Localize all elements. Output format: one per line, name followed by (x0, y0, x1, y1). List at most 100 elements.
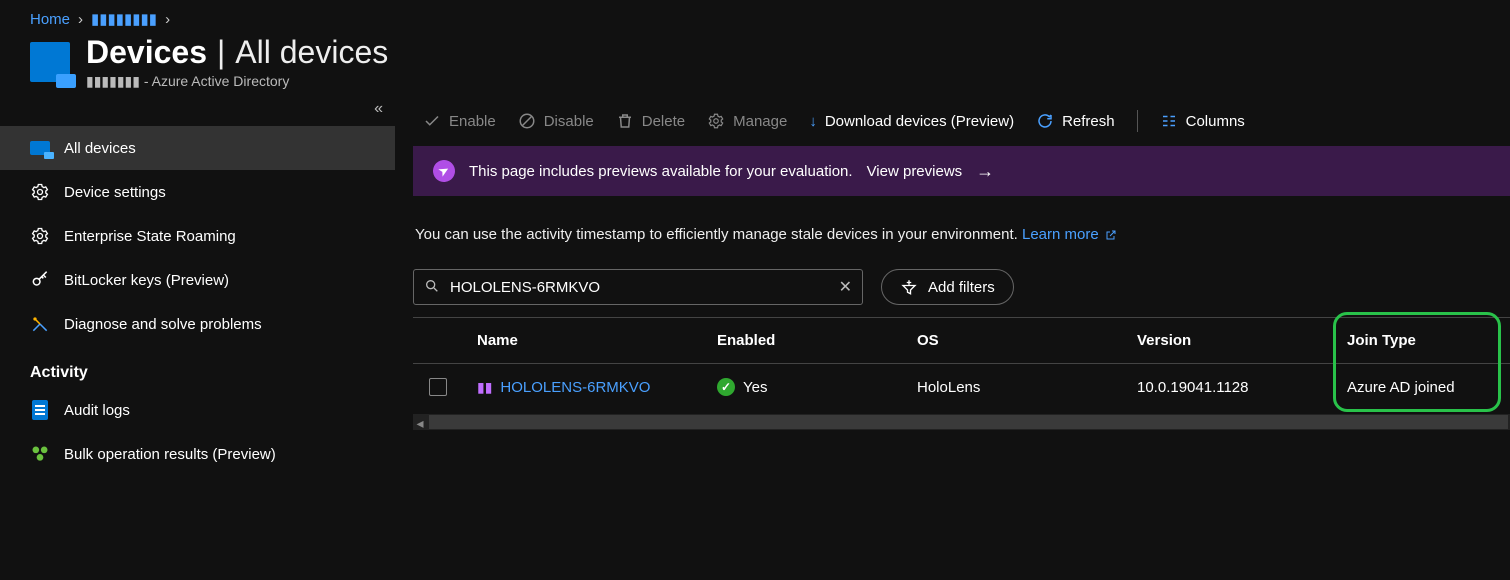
log-icon (30, 400, 50, 420)
description-text: You can use the activity timestamp to ef… (415, 226, 1018, 243)
breadcrumb: Home › ▮▮▮▮▮▮▮▮ › (0, 0, 1510, 34)
breadcrumb-sep-icon: › (165, 11, 170, 28)
check-icon (423, 112, 441, 130)
device-name-link[interactable]: HOLOLENS-6RMKVO (500, 379, 650, 396)
tools-icon (30, 314, 50, 334)
external-link-icon (1105, 229, 1117, 241)
device-icon: ▮▮ (477, 379, 492, 396)
disable-label: Disable (544, 113, 594, 130)
refresh-icon (1036, 112, 1054, 130)
key-icon (30, 270, 50, 290)
sidebar-item-diagnose[interactable]: Diagnose and solve problems (0, 302, 395, 346)
enable-label: Enable (449, 113, 496, 130)
breadcrumb-tenant[interactable]: ▮▮▮▮▮▮▮▮ (91, 10, 157, 28)
page-subtitle: ▮▮▮▮▮▮▮ - Azure Active Directory (86, 73, 388, 90)
sidebar-item-label: Diagnose and solve problems (64, 316, 262, 333)
toolbar-divider (1137, 110, 1138, 132)
horizontal-scrollbar[interactable]: ◂ (413, 414, 1510, 430)
download-label: Download devices (Preview) (825, 113, 1014, 130)
page-title: Devices | All devices (86, 34, 388, 71)
cell-join-type: Azure AD joined (1343, 379, 1503, 396)
scroll-left-icon[interactable]: ◂ (413, 415, 427, 429)
devices-icon (30, 138, 50, 158)
collapse-sidebar-icon[interactable]: « (374, 100, 383, 118)
col-os[interactable]: OS (913, 332, 1133, 349)
cell-version: 10.0.19041.1128 (1133, 379, 1343, 396)
row-checkbox[interactable] (429, 378, 447, 396)
bulk-icon (30, 444, 50, 464)
breadcrumb-sep-icon: › (78, 11, 83, 28)
enabled-text: Yes (743, 379, 767, 396)
col-version[interactable]: Version (1133, 332, 1343, 349)
filter-row: ✕ Add filters (413, 269, 1510, 317)
refresh-label: Refresh (1062, 113, 1115, 130)
search-box[interactable]: ✕ (413, 269, 863, 305)
manage-button[interactable]: Manage (707, 112, 787, 130)
scroll-track[interactable] (429, 415, 1508, 429)
manage-label: Manage (733, 113, 787, 130)
learn-more-link[interactable]: Learn more (1022, 226, 1117, 243)
page-title-sub: All devices (235, 34, 388, 71)
col-enabled[interactable]: Enabled (713, 332, 913, 349)
sidebar-item-label: BitLocker keys (Preview) (64, 272, 229, 289)
gear-icon (707, 112, 725, 130)
sidebar-item-audit-logs[interactable]: Audit logs (0, 388, 395, 432)
table-header: Name Enabled OS Version Join Type (413, 318, 1510, 364)
sidebar-section-activity: Activity (0, 346, 395, 388)
preview-banner: ➤ This page includes previews available … (413, 146, 1510, 196)
page-header: Devices | All devices ▮▮▮▮▮▮▮ - Azure Ac… (0, 34, 1510, 100)
search-input[interactable] (450, 279, 829, 296)
command-bar: Enable Disable Delete Manage ↓ Download … (413, 100, 1510, 146)
breadcrumb-home[interactable]: Home (30, 11, 70, 28)
page-title-separator: | (217, 34, 225, 71)
enabled-check-icon: ✓ (717, 378, 735, 396)
columns-icon (1160, 112, 1178, 130)
cell-os: HoloLens (913, 379, 1133, 396)
sidebar: « All devices Device settings Enterprise… (0, 100, 395, 560)
gear-icon (30, 226, 50, 246)
download-devices-button[interactable]: ↓ Download devices (Preview) (809, 113, 1014, 130)
search-icon (424, 278, 440, 297)
sidebar-item-label: Audit logs (64, 402, 130, 419)
view-previews-link[interactable]: View previews (867, 163, 963, 180)
page-subtitle-suffix: - Azure Active Directory (140, 73, 289, 89)
table-row[interactable]: ▮▮ HOLOLENS-6RMKVO ✓ Yes HoloLens 10.0.1… (413, 364, 1510, 410)
columns-label: Columns (1186, 113, 1245, 130)
sidebar-item-all-devices[interactable]: All devices (0, 126, 395, 170)
refresh-button[interactable]: Refresh (1036, 112, 1115, 130)
trash-icon (616, 112, 634, 130)
sidebar-item-bulk-operation-results[interactable]: Bulk operation results (Preview) (0, 432, 395, 476)
columns-button[interactable]: Columns (1160, 112, 1245, 130)
delete-button[interactable]: Delete (616, 112, 685, 130)
cell-enabled: ✓ Yes (713, 378, 913, 396)
devices-table: Name Enabled OS Version Join Type ▮▮ HOL… (413, 317, 1510, 430)
clear-search-icon[interactable]: ✕ (839, 277, 852, 297)
page-title-main: Devices (86, 34, 207, 71)
add-filters-label: Add filters (928, 279, 995, 296)
disable-button[interactable]: Disable (518, 112, 594, 130)
sidebar-item-label: Device settings (64, 184, 166, 201)
rocket-icon: ➤ (429, 156, 459, 186)
sidebar-item-label: Bulk operation results (Preview) (64, 446, 276, 463)
enable-button[interactable]: Enable (423, 112, 496, 130)
page-subtitle-tenant: ▮▮▮▮▮▮▮ (86, 73, 140, 89)
sidebar-item-label: All devices (64, 140, 136, 157)
col-join-type[interactable]: Join Type (1343, 332, 1503, 349)
filter-icon (900, 278, 918, 296)
block-icon (518, 112, 536, 130)
download-icon: ↓ (809, 113, 817, 130)
gear-icon (30, 182, 50, 202)
col-name[interactable]: Name (473, 332, 713, 349)
cell-name[interactable]: ▮▮ HOLOLENS-6RMKVO (473, 379, 713, 396)
sidebar-item-device-settings[interactable]: Device settings (0, 170, 395, 214)
content-pane: Enable Disable Delete Manage ↓ Download … (395, 100, 1510, 560)
page-title-block: Devices | All devices ▮▮▮▮▮▮▮ - Azure Ac… (86, 34, 388, 90)
delete-label: Delete (642, 113, 685, 130)
add-filters-button[interactable]: Add filters (881, 269, 1014, 305)
description-line: You can use the activity timestamp to ef… (413, 226, 1510, 269)
preview-banner-text: This page includes previews available fo… (469, 163, 853, 180)
sidebar-item-enterprise-state-roaming[interactable]: Enterprise State Roaming (0, 214, 395, 258)
devices-header-icon (30, 42, 70, 82)
sidebar-item-bitlocker-keys[interactable]: BitLocker keys (Preview) (0, 258, 395, 302)
arrow-right-icon: → (976, 161, 994, 182)
